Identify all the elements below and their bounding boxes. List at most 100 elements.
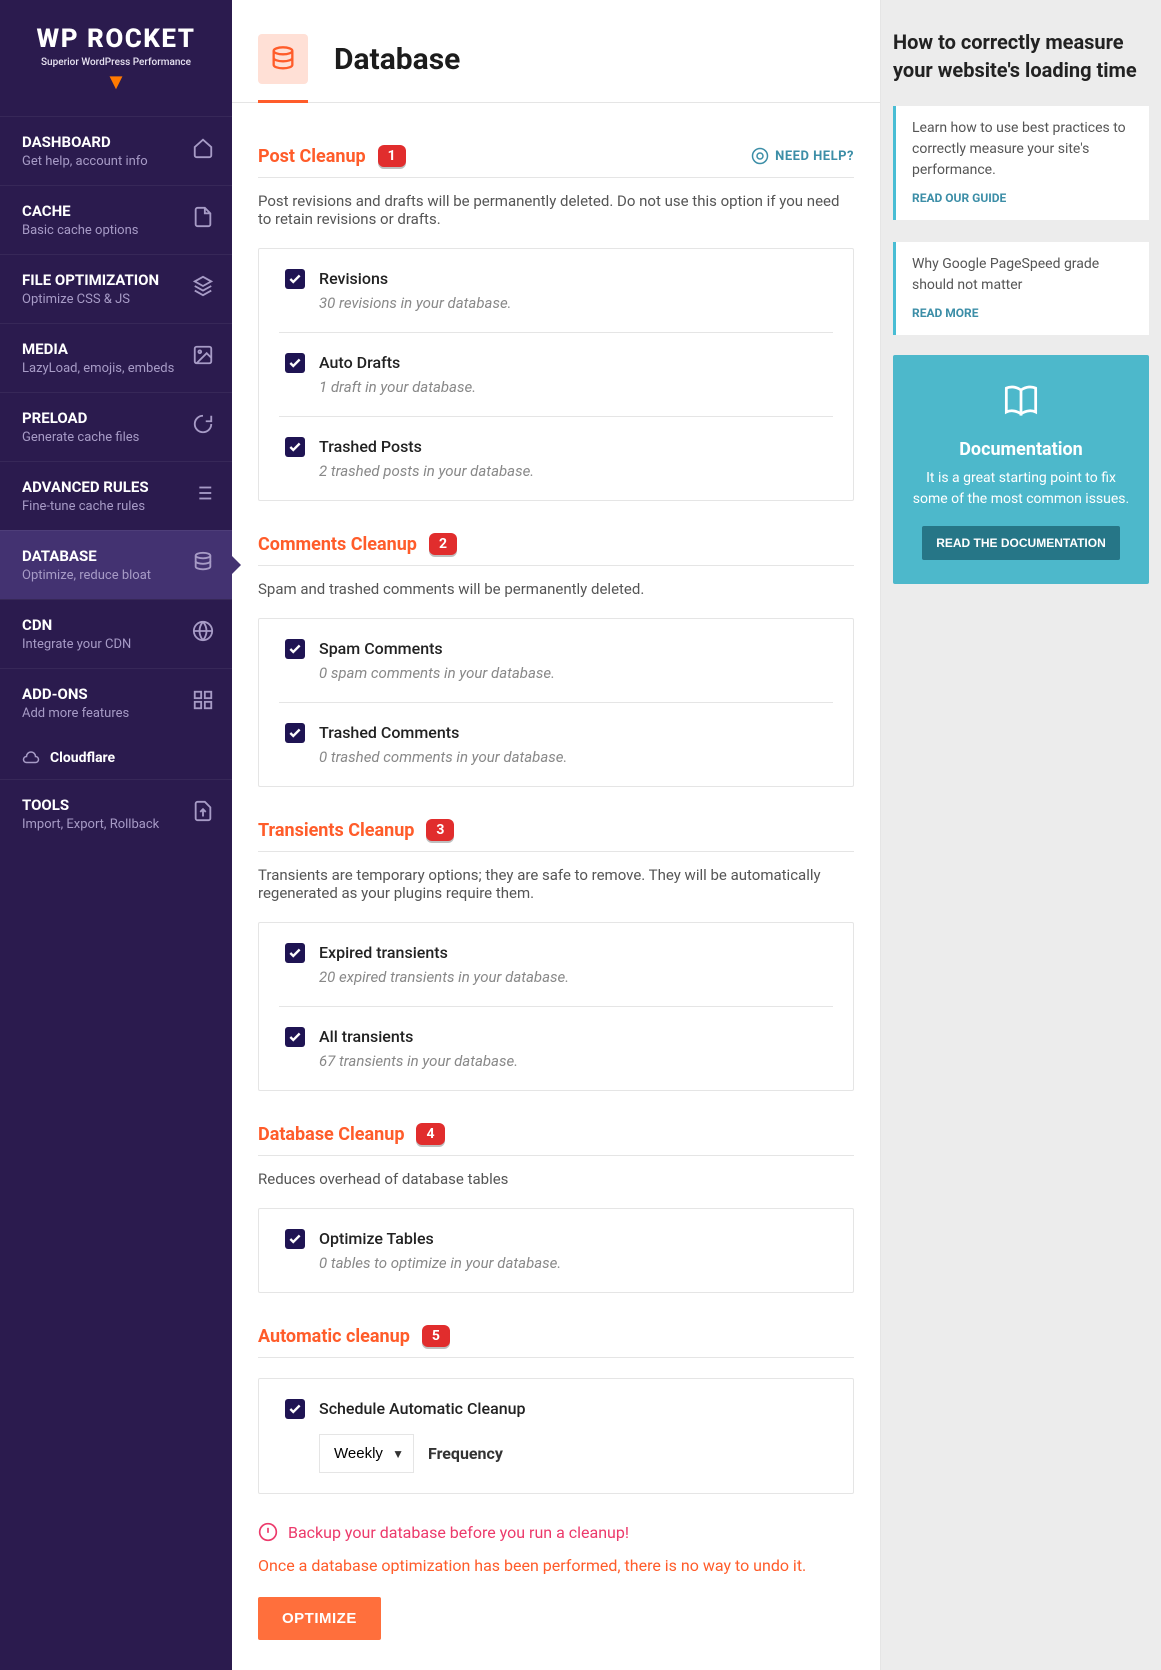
need-help-link[interactable]: NEED HELP? xyxy=(751,147,854,165)
option-label: Expired transients xyxy=(319,943,827,962)
cloudflare-icon xyxy=(22,749,40,767)
page-header: Database xyxy=(232,0,880,103)
option-label: Trashed Posts xyxy=(319,437,827,456)
checkbox-expired-transients[interactable] xyxy=(285,943,305,963)
checkbox-spam-comments[interactable] xyxy=(285,639,305,659)
section-title: Comments Cleanup 2 xyxy=(258,533,457,555)
main-panel: Database Post Cleanup 1 NEED HELP?Post r… xyxy=(232,0,881,1670)
sidebar-item-desc: Generate cache files xyxy=(22,430,210,445)
option-group: Expired transients 20 expired transients… xyxy=(258,922,854,1091)
sidebar-item-title: MEDIA xyxy=(22,340,210,358)
sidebar-item-desc: Integrate your CDN xyxy=(22,637,210,652)
export-icon xyxy=(192,800,214,826)
sidebar-item-desc: Basic cache options xyxy=(22,223,210,238)
section-database-cleanup: Database Cleanup 4 Reduces overhead of d… xyxy=(258,1123,854,1293)
section-title-text: Comments Cleanup xyxy=(258,534,417,555)
rocket-icon: ▼ xyxy=(20,72,212,94)
sidebar-item-advanced-rules[interactable]: ADVANCED RULES Fine-tune cache rules xyxy=(0,461,232,530)
sidebar-item-database[interactable]: DATABASE Optimize, reduce bloat xyxy=(0,530,232,599)
checkbox-optimize-tables[interactable] xyxy=(285,1229,305,1249)
sidebar-item-title: CACHE xyxy=(22,202,210,220)
nav-icon-dashboard xyxy=(192,137,214,163)
help-card-text: Why Google PageSpeed grade should not ma… xyxy=(912,254,1133,296)
sidebar-item-file-optimization[interactable]: FILE OPTIMIZATION Optimize CSS & JS xyxy=(0,254,232,323)
nav-icon-file-optimization xyxy=(192,275,214,301)
section-title-text: Post Cleanup xyxy=(258,146,366,167)
sidebar-item-tools[interactable]: TOOLS Import, Export, Rollback xyxy=(0,779,232,848)
sidebar: WP ROCKET Superior WordPress Performance… xyxy=(0,0,232,1670)
sidebar-item-dashboard[interactable]: DASHBOARD Get help, account info xyxy=(0,116,232,185)
cloudflare-label: Cloudflare xyxy=(50,750,115,766)
logo-text: WP ROCKET xyxy=(20,24,212,54)
nav-icon-cdn xyxy=(192,620,214,646)
sidebar-item-preload[interactable]: PRELOAD Generate cache files xyxy=(0,392,232,461)
sidebar-item-desc: Fine-tune cache rules xyxy=(22,499,210,514)
checkbox-trashed-posts[interactable] xyxy=(285,437,305,457)
undo-warning: Once a database optimization has been pe… xyxy=(258,1556,854,1575)
sidebar-item-media[interactable]: MEDIA LazyLoad, emojis, embeds xyxy=(0,323,232,392)
read-documentation-button[interactable]: READ THE DOCUMENTATION xyxy=(922,526,1120,560)
backup-warning: Backup your database before you run a cl… xyxy=(258,1522,854,1542)
option-row-schedule-automatic-cleanup: Schedule Automatic Cleanup Weekly ▼ Freq… xyxy=(279,1379,833,1493)
nav-icon-media xyxy=(192,344,214,370)
sidebar-subitem-cloudflare[interactable]: Cloudflare xyxy=(0,737,232,779)
database-icon xyxy=(258,34,308,84)
sidebar-item-desc: Import, Export, Rollback xyxy=(22,817,210,832)
sidebar-item-cache[interactable]: CACHE Basic cache options xyxy=(0,185,232,254)
option-label: Trashed Comments xyxy=(319,723,827,742)
help-card-0: Learn how to use best practices to corre… xyxy=(893,106,1149,220)
section-description: Spam and trashed comments will be perman… xyxy=(258,580,854,598)
optimize-button[interactable]: OPTIMIZE xyxy=(258,1597,381,1640)
step-badge: 5 xyxy=(422,1325,450,1347)
sidebar-item-title: FILE OPTIMIZATION xyxy=(22,271,210,289)
step-badge: 3 xyxy=(426,819,454,841)
section-automatic-cleanup: Automatic cleanup 5 Schedule Automatic C… xyxy=(258,1325,854,1494)
sidebar-item-desc: Optimize, reduce bloat xyxy=(22,568,210,583)
option-group: Revisions 30 revisions in your database.… xyxy=(258,248,854,501)
sidebar-item-cdn[interactable]: CDN Integrate your CDN xyxy=(0,599,232,668)
sidebar-item-add-ons[interactable]: ADD-ONS Add more features xyxy=(0,668,232,737)
section-title: Database Cleanup 4 xyxy=(258,1123,445,1145)
frequency-select[interactable]: Weekly xyxy=(319,1434,414,1473)
option-subtext: 30 revisions in your database. xyxy=(319,294,827,312)
section-title: Post Cleanup 1 xyxy=(258,145,406,167)
need-help-text: NEED HELP? xyxy=(775,149,854,164)
checkbox-auto-drafts[interactable] xyxy=(285,353,305,373)
step-badge: 1 xyxy=(378,145,406,167)
sidebar-item-title: PRELOAD xyxy=(22,409,210,427)
sidebar-item-desc: LazyLoad, emojis, embeds xyxy=(22,361,210,376)
section-header: Transients Cleanup 3 xyxy=(258,819,854,852)
logo-subtitle: Superior WordPress Performance xyxy=(20,57,212,68)
option-group: Spam Comments 0 spam comments in your da… xyxy=(258,618,854,787)
sidebar-item-title: DATABASE xyxy=(22,547,210,565)
option-subtext: 0 tables to optimize in your database. xyxy=(319,1254,827,1272)
option-label: Spam Comments xyxy=(319,639,827,658)
checkbox-schedule-automatic-cleanup[interactable] xyxy=(285,1399,305,1419)
help-card-link[interactable]: READ OUR GUIDE xyxy=(912,191,1006,205)
nav-icon-database xyxy=(192,551,214,577)
checkbox-all-transients[interactable] xyxy=(285,1027,305,1047)
option-label: Revisions xyxy=(319,269,827,288)
sidebar-item-title: CDN xyxy=(22,616,210,634)
sidebar-item-title: ADD-ONS xyxy=(22,685,210,703)
book-icon xyxy=(911,379,1131,427)
option-subtext: 20 expired transients in your database. xyxy=(319,968,827,986)
checkbox-trashed-comments[interactable] xyxy=(285,723,305,743)
frequency-label: Frequency xyxy=(428,1444,503,1463)
option-row-optimize-tables: Optimize Tables 0 tables to optimize in … xyxy=(279,1209,833,1292)
option-label: Auto Drafts xyxy=(319,353,827,372)
section-title-text: Database Cleanup xyxy=(258,1124,404,1145)
section-header: Post Cleanup 1 NEED HELP? xyxy=(258,145,854,178)
sidebar-item-desc: Get help, account info xyxy=(22,154,210,169)
help-card-text: Learn how to use best practices to corre… xyxy=(912,118,1133,181)
help-card-link[interactable]: READ MORE xyxy=(912,306,979,320)
option-subtext: 2 trashed posts in your database. xyxy=(319,462,827,480)
section-header: Database Cleanup 4 xyxy=(258,1123,854,1156)
option-group: Optimize Tables 0 tables to optimize in … xyxy=(258,1208,854,1293)
option-row-expired-transients: Expired transients 20 expired transients… xyxy=(279,923,833,1007)
nav-icon-add-ons xyxy=(192,689,214,715)
checkbox-revisions[interactable] xyxy=(285,269,305,289)
section-title-text: Automatic cleanup xyxy=(258,1326,410,1347)
section-transients-cleanup: Transients Cleanup 3 Transients are temp… xyxy=(258,819,854,1091)
section-post-cleanup: Post Cleanup 1 NEED HELP?Post revisions … xyxy=(258,145,854,501)
